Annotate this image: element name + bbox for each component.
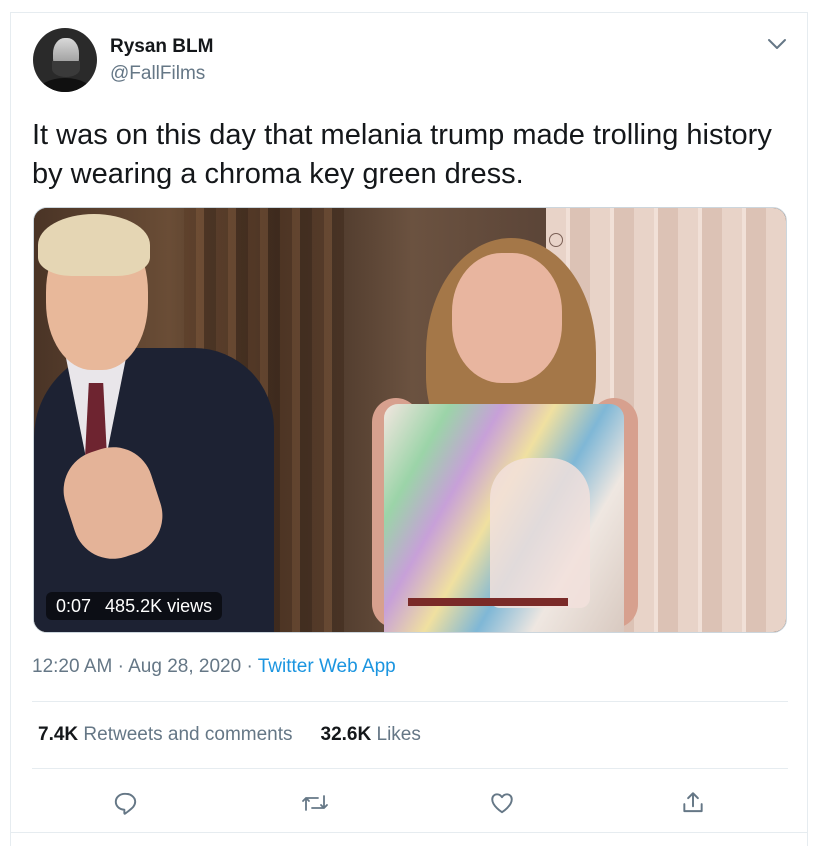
retweets-count: 7.4K [38, 724, 79, 745]
retweets-stat[interactable]: 7.4K Retweets and comments [38, 724, 293, 746]
divider [32, 768, 788, 769]
video-views: 485.2K views [105, 596, 213, 616]
retweets-label: Retweets and comments [83, 724, 293, 745]
likes-label: Likes [376, 724, 421, 745]
tweet-source-link[interactable]: Twitter Web App [258, 656, 396, 677]
chevron-down-icon[interactable] [766, 36, 788, 52]
like-button[interactable] [483, 784, 521, 822]
avatar[interactable] [33, 28, 97, 92]
reply-button[interactable] [106, 784, 144, 822]
meta-separator: · [246, 656, 253, 677]
divider [32, 701, 788, 702]
tweet-meta: 12:20 AM · Aug 28, 2020 · Twitter Web Ap… [32, 656, 396, 678]
tweet-stats: 7.4K Retweets and comments 32.6K Likes [38, 724, 421, 746]
reply-icon [114, 792, 137, 815]
likes-count: 32.6K [320, 724, 372, 745]
meta-separator: · [117, 656, 124, 677]
retweet-icon [302, 795, 328, 811]
video-duration: 0:07 [56, 596, 92, 616]
divider [10, 832, 808, 833]
share-icon [683, 792, 703, 813]
heart-icon [491, 793, 513, 814]
author-handle[interactable]: @FallFilms [110, 63, 205, 85]
retweet-button[interactable] [296, 784, 334, 822]
likes-stat[interactable]: 32.6K Likes [321, 724, 421, 746]
tweet-date[interactable]: Aug 28, 2020 [128, 656, 241, 677]
share-button[interactable] [674, 784, 712, 822]
video-overlay: 0:07 485.2K views [46, 592, 223, 620]
tweet-time[interactable]: 12:20 AM [32, 656, 112, 677]
tweet-text: It was on this day that melania trump ma… [32, 119, 772, 190]
video-player[interactable]: 0:07 485.2K views [33, 207, 787, 633]
tweet-actions [32, 784, 788, 822]
author-name[interactable]: Rysan BLM [110, 36, 213, 58]
